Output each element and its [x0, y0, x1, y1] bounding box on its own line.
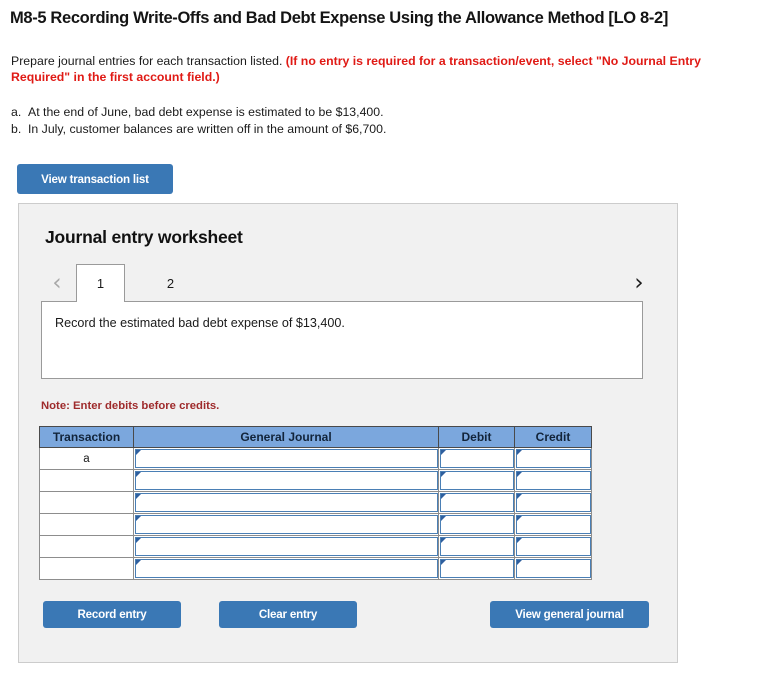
general-journal-cell[interactable]	[133, 491, 439, 514]
column-header-general-journal: General Journal	[133, 426, 439, 448]
credit-input[interactable]	[516, 559, 591, 578]
account-select-field[interactable]	[135, 493, 438, 512]
credit-cell[interactable]	[514, 469, 592, 492]
credit-input[interactable]	[516, 471, 591, 490]
account-select-field[interactable]	[135, 515, 438, 534]
debit-input[interactable]	[440, 493, 514, 512]
column-header-transaction: Transaction	[39, 426, 134, 448]
list-item: b. In July, customer balances are written…	[11, 121, 711, 138]
table-header-row: Transaction General Journal Debit Credit	[39, 426, 592, 448]
table-row: a	[39, 447, 592, 470]
journal-entry-worksheet-panel: Journal entry worksheet ‹ 1 2 › Record t…	[18, 203, 678, 663]
account-select-field[interactable]	[135, 559, 438, 578]
general-journal-cell[interactable]	[133, 535, 439, 558]
table-row	[39, 557, 592, 580]
debit-input[interactable]	[440, 537, 514, 556]
debit-cell[interactable]	[438, 513, 515, 536]
general-journal-cell[interactable]	[133, 557, 439, 580]
account-select-field[interactable]	[135, 537, 438, 556]
chevron-right-icon[interactable]: ›	[626, 269, 652, 297]
table-row	[39, 513, 592, 536]
transaction-label-cell: a	[39, 447, 134, 470]
credit-cell[interactable]	[514, 557, 592, 580]
credit-input[interactable]	[516, 515, 591, 534]
journal-entry-table: Transaction General Journal Debit Credit…	[39, 426, 592, 580]
debits-before-credits-note: Note: Enter debits before credits.	[41, 400, 220, 412]
general-journal-cell[interactable]	[133, 447, 439, 470]
transaction-label-cell	[39, 535, 134, 558]
view-general-journal-button[interactable]: View general journal	[490, 601, 649, 628]
debit-input[interactable]	[440, 515, 514, 534]
column-header-credit: Credit	[514, 426, 592, 448]
clear-entry-button[interactable]: Clear entry	[219, 601, 357, 628]
account-select-field[interactable]	[135, 471, 438, 490]
column-header-debit: Debit	[438, 426, 515, 448]
debit-cell[interactable]	[438, 447, 515, 470]
list-item: a. At the end of June, bad debt expense i…	[11, 104, 711, 121]
table-row	[39, 535, 592, 558]
credit-input[interactable]	[516, 537, 591, 556]
credit-cell[interactable]	[514, 513, 592, 536]
chevron-left-icon[interactable]: ‹	[44, 269, 70, 297]
scenario-text: Record the estimated bad debt expense of…	[55, 316, 345, 330]
worksheet-tabstrip: ‹ 1 2 ›	[19, 264, 679, 302]
transaction-label-cell	[39, 513, 134, 536]
table-row	[39, 491, 592, 514]
transaction-items-list: a. At the end of June, bad debt expense i…	[11, 104, 711, 137]
general-journal-cell[interactable]	[133, 469, 439, 492]
tab-entry-1[interactable]: 1	[76, 264, 125, 302]
list-item-text: In July, customer balances are written o…	[28, 121, 387, 136]
credit-cell[interactable]	[514, 447, 592, 470]
credit-cell[interactable]	[514, 535, 592, 558]
view-transaction-list-button[interactable]: View transaction list	[17, 164, 173, 194]
credit-cell[interactable]	[514, 491, 592, 514]
instruction-lead: Prepare journal entries for each transac…	[11, 54, 286, 68]
debit-cell[interactable]	[438, 469, 515, 492]
list-item-text: At the end of June, bad debt expense is …	[28, 105, 384, 119]
debit-cell[interactable]	[438, 535, 515, 558]
debit-input[interactable]	[440, 471, 514, 490]
transaction-label-cell	[39, 557, 134, 580]
account-select-field[interactable]	[135, 449, 438, 468]
debit-cell[interactable]	[438, 491, 515, 514]
general-journal-cell[interactable]	[133, 513, 439, 536]
transaction-label-cell	[39, 491, 134, 514]
table-row	[39, 469, 592, 492]
list-item-label: a.	[11, 105, 22, 119]
problem-page: M8-5 Recording Write-Offs and Bad Debt E…	[0, 0, 760, 679]
credit-input[interactable]	[516, 493, 591, 512]
tab-entry-2[interactable]: 2	[146, 264, 195, 302]
transaction-label-cell	[39, 469, 134, 492]
credit-input[interactable]	[516, 449, 591, 468]
debit-input[interactable]	[440, 449, 514, 468]
record-entry-button[interactable]: Record entry	[43, 601, 181, 628]
debit-cell[interactable]	[438, 557, 515, 580]
worksheet-title: Journal entry worksheet	[45, 227, 243, 247]
page-title: M8-5 Recording Write-Offs and Bad Debt E…	[10, 9, 668, 27]
scenario-panel: Record the estimated bad debt expense of…	[41, 301, 643, 379]
instructions-text: Prepare journal entries for each transac…	[11, 53, 711, 85]
debit-input[interactable]	[440, 559, 514, 578]
list-item-label: b.	[11, 121, 22, 136]
